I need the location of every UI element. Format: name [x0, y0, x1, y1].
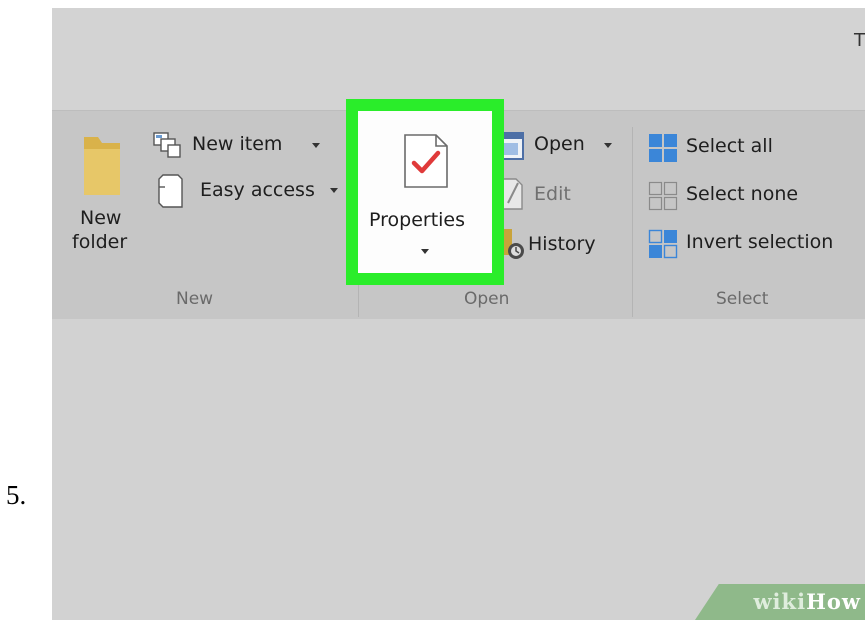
group-label-open: Open: [464, 289, 510, 309]
invert-selection-icon: [648, 229, 678, 259]
properties-highlight: Properties: [346, 99, 504, 285]
invert-selection-button[interactable]: Invert selection: [648, 229, 863, 263]
edit-button[interactable]: Edit: [498, 177, 598, 213]
window-title-fragment: T: [854, 30, 865, 51]
invert-selection-label: Invert selection: [686, 231, 834, 253]
select-all-button[interactable]: Select all: [648, 133, 808, 167]
wikihow-watermark: wikiHow: [695, 584, 865, 620]
properties-label: Properties: [369, 209, 466, 231]
file-explorer-window: T New folder New item Easy access New Op…: [52, 8, 865, 620]
file-list-area[interactable]: [52, 319, 865, 620]
new-folder-label-line1: New: [80, 207, 122, 229]
select-none-button[interactable]: Select none: [648, 181, 828, 215]
folder-icon: [84, 137, 120, 195]
watermark-text: wikiHow: [753, 589, 861, 614]
properties-dropdown-caret: [421, 249, 429, 254]
properties-button[interactable]: Properties: [358, 111, 492, 273]
properties-checkmark-icon: [404, 134, 448, 188]
group-divider: [632, 127, 633, 317]
easy-access-dropdown-caret: [330, 188, 338, 193]
new-folder-button[interactable]: New folder: [68, 131, 138, 281]
open-label: Open: [534, 133, 585, 155]
select-all-icon: [649, 134, 677, 162]
new-item-icon: [153, 132, 181, 158]
history-label: History: [528, 233, 596, 255]
edit-label: Edit: [534, 183, 571, 205]
easy-access-icon: [158, 174, 183, 208]
group-label-new: New: [176, 289, 214, 309]
open-dropdown-caret: [604, 143, 612, 148]
new-item-label: New item: [192, 133, 283, 155]
title-bar: T: [52, 8, 865, 110]
new-item-button[interactable]: New item: [152, 131, 342, 163]
history-button[interactable]: History: [496, 225, 616, 263]
select-none-label: Select none: [686, 183, 799, 205]
new-item-dropdown-caret: [312, 143, 320, 148]
select-none-icon: [648, 181, 678, 211]
easy-access-button[interactable]: Easy access: [152, 173, 352, 213]
easy-access-label: Easy access: [200, 179, 315, 201]
open-button[interactable]: Open: [492, 129, 622, 165]
group-label-select: Select: [716, 289, 769, 309]
new-folder-label-line2: folder: [72, 231, 128, 253]
step-number: 5.: [6, 480, 27, 510]
select-all-label: Select all: [686, 135, 773, 157]
